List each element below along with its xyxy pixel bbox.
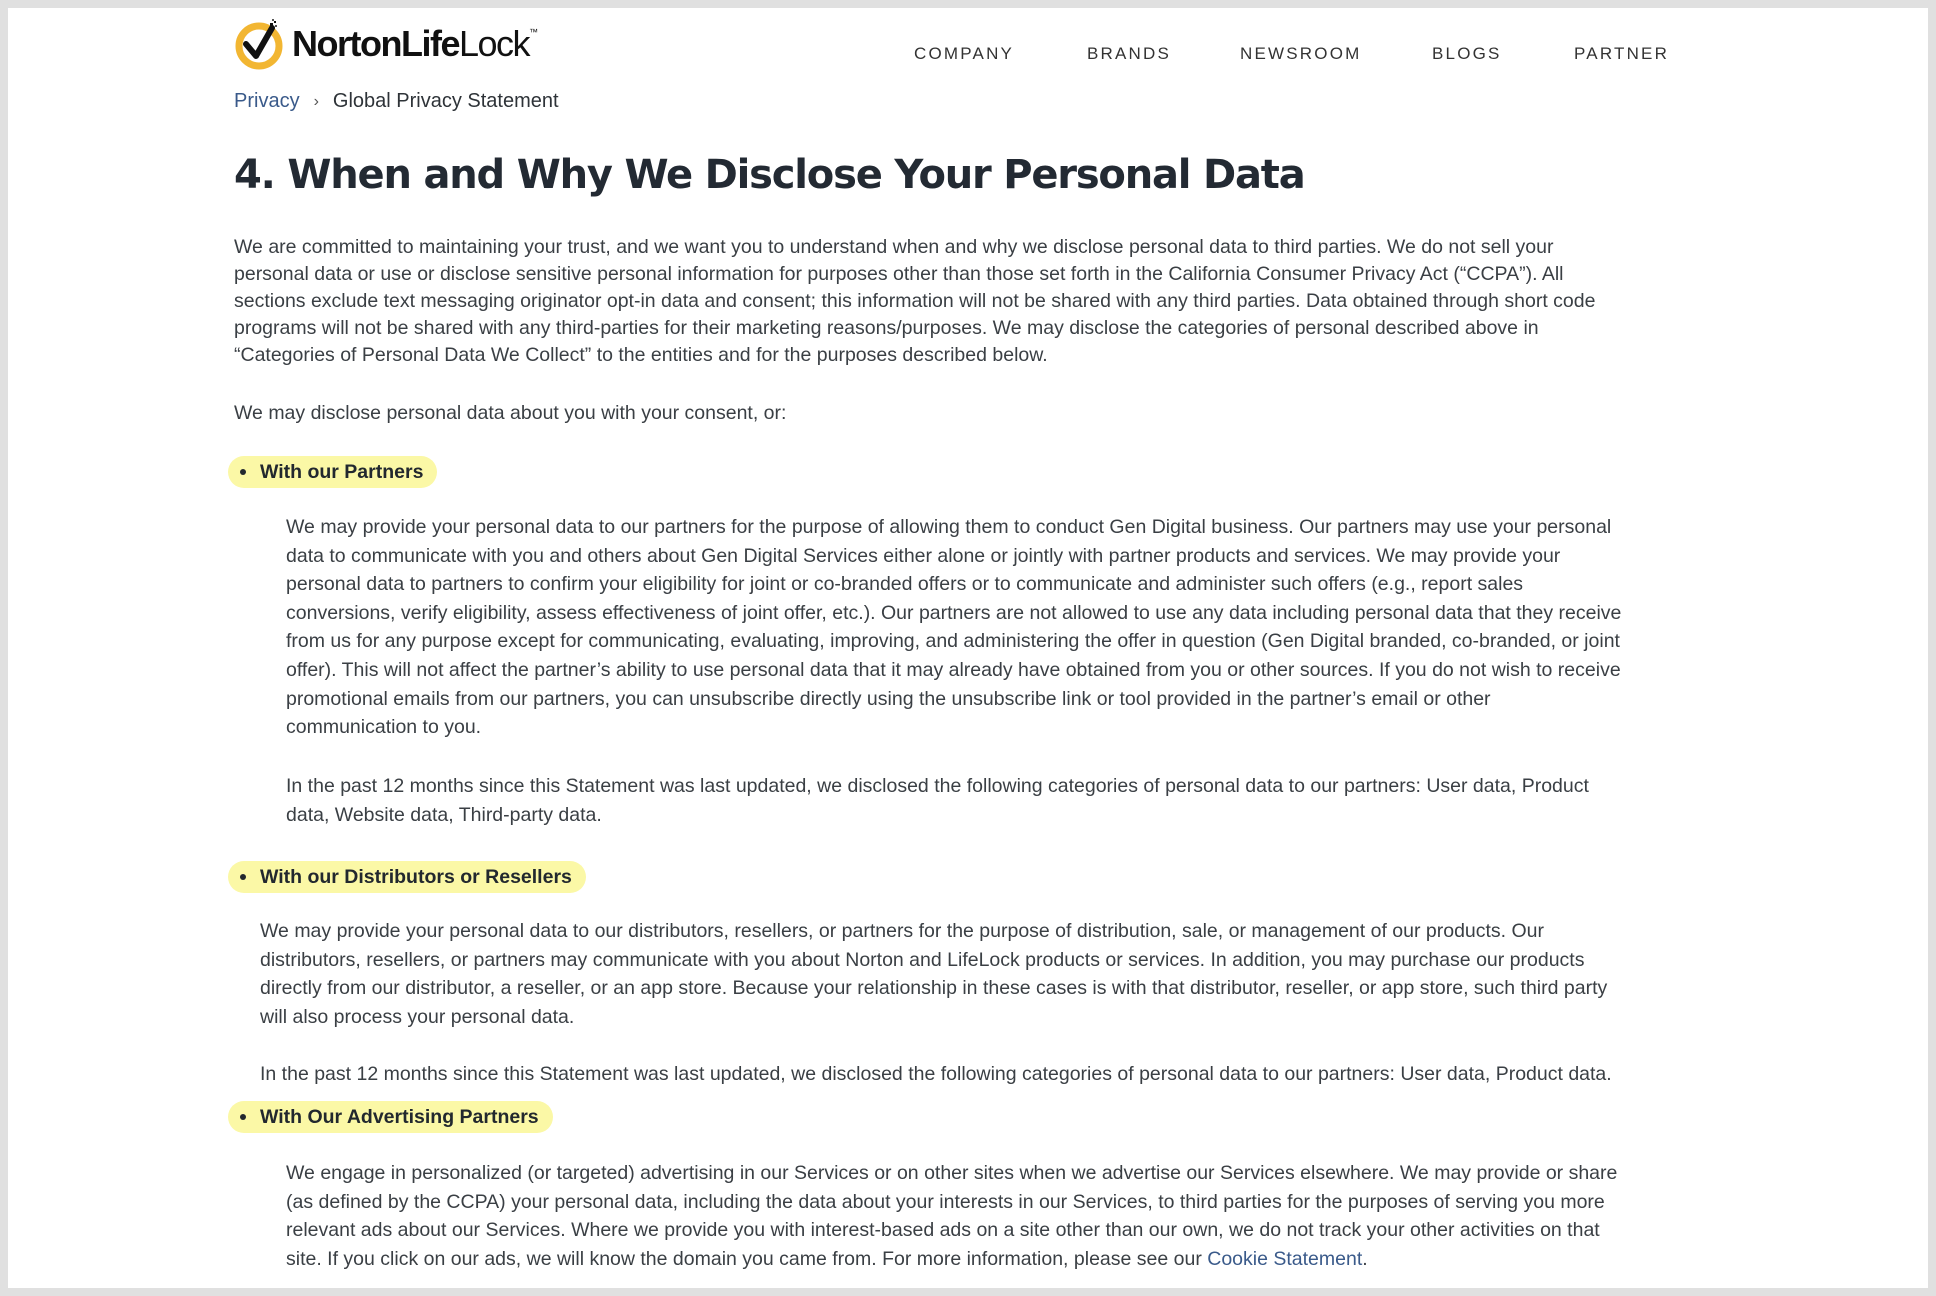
text-span: site. If you click on our ads, we will k… [286, 1247, 1208, 1270]
bullet-icon [240, 874, 246, 880]
text-line: In the past 12 months since this Stateme… [286, 775, 1589, 797]
text-line: We are committed to maintaining your tru… [234, 236, 1554, 258]
text-line: will also process your personal data. [260, 1005, 575, 1028]
section-heading-partners: With our Partners [228, 456, 438, 488]
section-heading-advertising: With Our Advertising Partners [228, 1101, 553, 1133]
text-line: offer). This will not affect the partner… [286, 658, 1621, 681]
breadcrumb-privacy-link[interactable]: Privacy [234, 90, 300, 113]
section-heading-distributors: With our Distributors or Resellers [228, 861, 586, 893]
distributors-disclosure: In the past 12 months since this Stateme… [260, 1060, 1612, 1089]
bullet-icon [240, 1114, 246, 1120]
breadcrumb-current: Global Privacy Statement [332, 90, 559, 112]
text-line: We engage in personalized (or targeted) … [286, 1162, 1618, 1184]
text-line: data to communicate with you and others … [286, 544, 1561, 567]
text-line: distributors, resellers, or partners may… [260, 948, 1585, 971]
text-span: . [1362, 1247, 1368, 1270]
partners-body: We may provide your personal data to our… [286, 513, 1621, 742]
section-heading-text: With Our Advertising Partners [260, 1105, 539, 1128]
text-line: personal data to partners to confirm you… [286, 573, 1524, 596]
text-line: In the past 12 months since this Stateme… [260, 1063, 1612, 1085]
text-line: relevant ads about our Services. Where w… [286, 1219, 1600, 1242]
bullet-icon [240, 469, 246, 475]
advertising-body: We engage in personalized (or targeted) … [286, 1159, 1617, 1273]
section-heading-text: With our Distributors or Resellers [260, 865, 572, 888]
cookie-statement-link[interactable]: Cookie Statement [1207, 1248, 1362, 1270]
page-title: 4. When and Why We Disclose Your Persona… [234, 152, 1306, 198]
text-line: data, Website data, Third-party data. [286, 803, 602, 826]
logo-wordmark: NortonLifeLock™ [292, 23, 539, 64]
nortonlifelock-logo[interactable]: NortonLifeLock™ [234, 16, 538, 72]
distributors-body: We may provide your personal data to our… [260, 917, 1607, 1031]
text-line: from us for any purpose except for commu… [286, 630, 1620, 653]
text-line: We may provide your personal data to our… [260, 920, 1545, 942]
checkmark-logo-icon [234, 18, 286, 70]
text-line: sections exclude text messaging originat… [234, 290, 1596, 312]
nav-brands[interactable]: BRANDS [1087, 44, 1171, 64]
text-line: conversions, verify eligibility, assess … [286, 601, 1622, 624]
text-line: directly from our distributor, a reselle… [260, 977, 1608, 1000]
breadcrumb: Privacy › Global Privacy Statement [234, 90, 559, 113]
nav-newsroom[interactable]: NEWSROOM [1240, 44, 1361, 64]
nav-blogs[interactable]: BLOGS [1432, 44, 1502, 64]
nav-partner[interactable]: PARTNER [1574, 44, 1669, 64]
text-line: personal data or use or disclose sensiti… [234, 263, 1564, 285]
section-heading-text: With our Partners [260, 460, 424, 483]
site-header: NortonLifeLock™ COMPANY BRANDS NEWSROOM … [8, 8, 1928, 88]
page: NortonLifeLock™ COMPANY BRANDS NEWSROOM … [8, 8, 1928, 1288]
text-line: “Categories of Personal Data We Collect”… [234, 344, 1048, 366]
text-line: programs will not be shared with any thi… [234, 317, 1539, 339]
consent-paragraph: We may disclose personal data about you … [234, 402, 787, 424]
chevron-right-icon: › [313, 92, 319, 110]
text-line: (as defined by the CCPA) your personal d… [286, 1190, 1605, 1213]
nav-company[interactable]: COMPANY [914, 44, 1014, 64]
text-line: We may provide your personal data to our… [286, 516, 1612, 538]
text-line: site. If you click on our ads, we will k… [286, 1245, 1617, 1274]
partners-disclosure: In the past 12 months since this Stateme… [286, 772, 1589, 829]
intro-paragraph: We are committed to maintaining your tru… [234, 234, 1595, 369]
text-line: promotional emails from our partners, yo… [286, 687, 1491, 710]
text-line: communication to you. [286, 716, 482, 739]
